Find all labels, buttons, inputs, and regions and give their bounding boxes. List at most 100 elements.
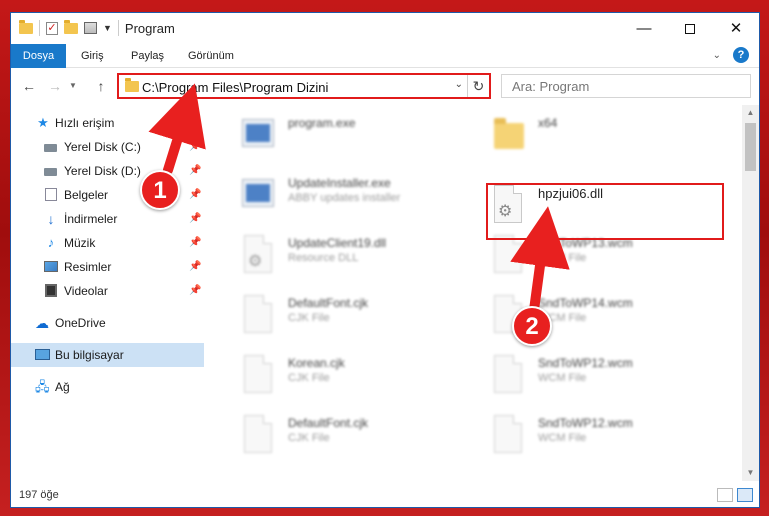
sidebar-item-label: Ağ (55, 380, 70, 394)
explorer-window: ✓ ▼ Program — ✕ Dosya Giriş Paylaş Görün… (10, 12, 760, 508)
pin-icon[interactable]: 📌 (189, 231, 201, 255)
file-type: Resource DLL (288, 252, 359, 264)
disk-icon (44, 144, 57, 152)
exe-icon (240, 175, 276, 217)
pin-icon[interactable]: 📌 (189, 207, 201, 231)
tab-share[interactable]: Paylaş (131, 44, 164, 68)
file-item[interactable]: Korean.cjk CJK File (216, 347, 456, 403)
up-button[interactable]: ↑ (91, 75, 111, 97)
sidebar-item-this-pc[interactable]: Bu bilgisayar (11, 343, 204, 367)
callout-badge-1: 1 (140, 170, 180, 210)
this-pc-icon (35, 349, 50, 360)
sidebar-item-pictures[interactable]: Resimler 📌 (11, 255, 204, 279)
minimize-button[interactable]: — (621, 13, 667, 44)
exe-icon (240, 115, 276, 157)
file-name: SndToWP12.wcm (538, 356, 633, 370)
check-properties-icon[interactable]: ✓ (46, 21, 58, 35)
recent-locations-icon[interactable]: ▼ (67, 75, 79, 97)
sidebar-item-onedrive[interactable]: ☁ OneDrive (11, 311, 204, 335)
file-type: WCM File (538, 252, 587, 264)
address-path[interactable]: C:\Program Files\Program Dizini (142, 80, 328, 95)
sidebar-item-label: Yerel Disk (C:) (64, 140, 141, 154)
file-item[interactable]: SndToWP14.wcm WCM File (466, 287, 706, 343)
file-list: program.exe x64 UpdateInstaller.exe ABBY… (216, 105, 741, 481)
forward-button[interactable]: → (45, 75, 65, 97)
file-icon (240, 295, 276, 337)
disk-icon (44, 168, 57, 176)
file-name: x64 (538, 116, 558, 130)
pictures-icon (44, 261, 58, 272)
highlight-box (486, 183, 724, 240)
customize-toolbar-arrow-icon[interactable]: ▼ (103, 23, 112, 33)
dll-gear-icon: ⚙ (240, 235, 276, 277)
file-item[interactable]: SndToWP12.wcm WCM File (466, 407, 706, 463)
pin-icon[interactable]: 📌 (189, 255, 201, 279)
maximize-button[interactable] (667, 13, 713, 44)
scroll-thumb[interactable] (745, 123, 756, 171)
file-icon (240, 415, 276, 457)
sidebar-item-local-disk-c[interactable]: Yerel Disk (C:) 📌 (11, 135, 204, 159)
tab-file[interactable]: Dosya (11, 44, 66, 68)
maximize-icon (685, 24, 695, 35)
search-placeholder: Ara: Program (512, 79, 590, 94)
status-bar: 197 öğe (11, 485, 759, 507)
refresh-button[interactable]: ↻ (467, 75, 489, 97)
help-icon[interactable]: ? (733, 47, 749, 63)
large-icons-view-icon[interactable] (737, 488, 753, 502)
details-view-icon[interactable] (717, 488, 733, 502)
ribbon-expand-chevron-icon[interactable]: ⌄ (713, 50, 721, 61)
navigation-bar: ← → ▼ ↑ C:\Program Files\Program Dizini … (11, 71, 759, 101)
file-item[interactable]: DefaultFont.cjk CJK File (216, 407, 456, 463)
folder-item[interactable]: x64 (466, 107, 706, 163)
sidebar-item-music[interactable]: ♪ Müzik 📌 (11, 231, 204, 255)
address-dropdown-icon[interactable]: ⌄ (455, 79, 463, 90)
scroll-up-arrow-icon[interactable]: ▲ (742, 105, 759, 121)
file-name: UpdateClient19.dll (288, 236, 387, 250)
vertical-scrollbar[interactable]: ▲ ▼ (742, 105, 759, 481)
file-name: UpdateInstaller.exe (288, 176, 391, 190)
item-count: 197 öğe (19, 489, 59, 501)
close-button[interactable]: ✕ (713, 13, 759, 44)
pin-icon[interactable]: 📌 (189, 135, 201, 159)
file-name: SndToWP14.wcm (538, 296, 633, 310)
file-item[interactable]: SndToWP12.wcm WCM File (466, 347, 706, 403)
file-name: DefaultFont.cjk (288, 416, 369, 430)
pin-icon[interactable]: 📌 (189, 183, 201, 207)
file-item[interactable]: UpdateInstaller.exe ABBY updates install… (216, 167, 456, 223)
sidebar-item-label: Hızlı erişim (55, 116, 115, 130)
file-type: CJK File (288, 312, 330, 324)
toolbar-divider (39, 20, 40, 36)
file-type: ABBY updates installer (288, 192, 401, 204)
tab-view[interactable]: Görünüm (188, 44, 234, 68)
music-icon: ♪ (47, 235, 55, 250)
sidebar-item-videos[interactable]: Videolar 📌 (11, 279, 204, 303)
ribbon-right-controls: ⌄ ? (713, 47, 749, 63)
pin-icon[interactable]: 📌 (189, 159, 201, 183)
properties-icon[interactable] (84, 22, 97, 34)
file-icon (490, 355, 526, 397)
file-name: Korean.cjk (288, 356, 345, 370)
sidebar-item-network[interactable]: 🖧 Ağ (11, 375, 204, 399)
pin-icon[interactable]: 📌 (189, 279, 201, 303)
file-item[interactable]: program.exe (216, 107, 456, 163)
back-button[interactable]: ← (19, 75, 39, 97)
address-bar[interactable]: C:\Program Files\Program Dizini ⌄ ↻ (117, 73, 491, 99)
search-input[interactable]: Ara: Program (501, 74, 751, 98)
sidebar-item-quick-access[interactable]: ★ Hızlı erişim (11, 111, 204, 135)
file-item[interactable]: ⚙ UpdateClient19.dll Resource DLL (216, 227, 456, 283)
sidebar-item-label: OneDrive (55, 316, 106, 330)
new-folder-icon[interactable] (64, 19, 78, 34)
network-icon: 🖧 (35, 379, 50, 394)
sidebar-item-downloads[interactable]: ↓ İndirmeler 📌 (11, 207, 204, 231)
file-name: SndToWP12.wcm (538, 416, 633, 430)
tab-home[interactable]: Giriş (81, 44, 104, 68)
file-name: DefaultFont.cjk (288, 296, 369, 310)
sidebar-item-label: Videolar (64, 284, 108, 298)
file-icon (240, 355, 276, 397)
file-item[interactable]: DefaultFont.cjk CJK File (216, 287, 456, 343)
scroll-down-arrow-icon[interactable]: ▼ (742, 465, 759, 481)
folder-icon (490, 115, 526, 157)
documents-icon (45, 188, 57, 201)
file-type: WCM File (538, 372, 587, 384)
videos-icon (45, 284, 57, 297)
